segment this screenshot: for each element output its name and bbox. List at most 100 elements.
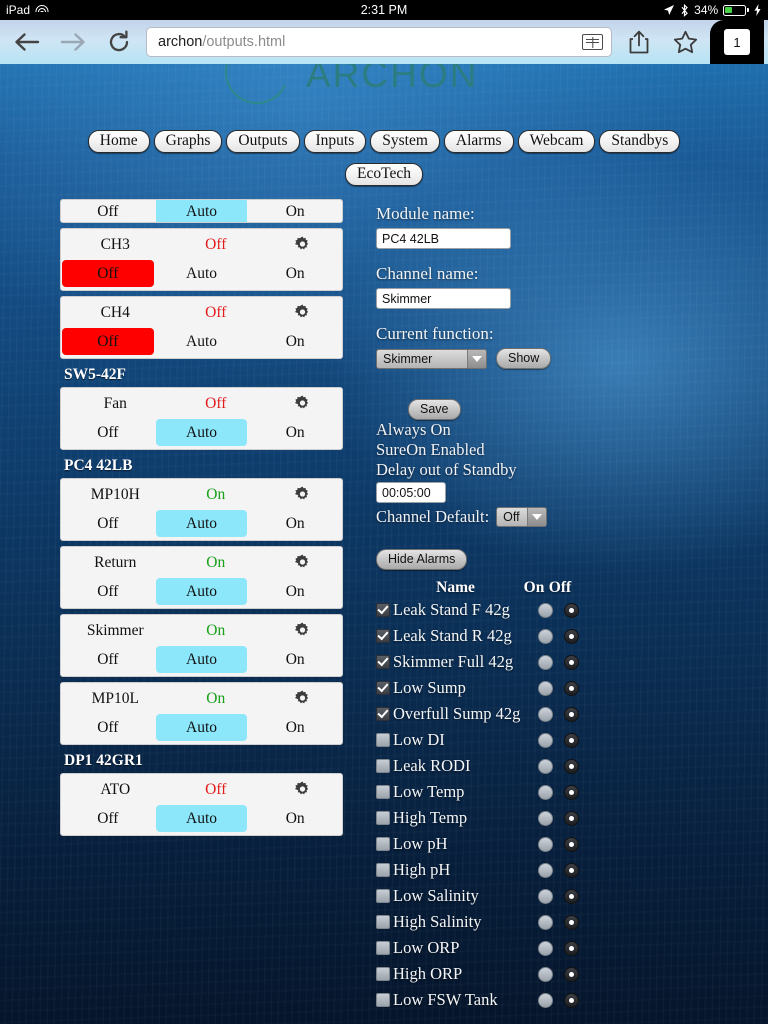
segment-auto[interactable]: Auto <box>155 805 248 832</box>
alarm-enable-checkbox[interactable] <box>376 967 390 981</box>
segment-auto[interactable]: Auto <box>156 328 248 355</box>
alarm-off-radio[interactable] <box>563 628 579 644</box>
alarm-on-radio[interactable] <box>537 680 553 696</box>
alarm-on-radio[interactable] <box>537 732 553 748</box>
address-bar[interactable]: archon/outputs.html <box>146 27 612 57</box>
alarm-off-radio-cell[interactable] <box>558 862 584 878</box>
alarm-on-radio[interactable] <box>537 654 553 670</box>
back-button[interactable] <box>4 20 50 64</box>
channel-settings-button[interactable] <box>266 690 338 708</box>
channel-settings-button[interactable] <box>266 622 338 640</box>
alarm-on-radio-cell[interactable] <box>532 836 558 852</box>
alarm-on-radio-cell[interactable] <box>532 654 558 670</box>
module-name-input[interactable]: PC4 42LB <box>376 228 511 249</box>
segment-off[interactable]: Off <box>62 260 154 287</box>
channel-settings-button[interactable] <box>266 395 338 413</box>
alarm-on-radio-cell[interactable] <box>532 680 558 696</box>
alarm-enable-checkbox[interactable] <box>376 733 390 747</box>
segment-on[interactable]: On <box>249 419 341 446</box>
segment-off[interactable]: Off <box>62 419 154 446</box>
alarm-off-radio-cell[interactable] <box>558 810 584 826</box>
alarm-on-radio-cell[interactable] <box>532 602 558 618</box>
tab-overview-button[interactable]: 1 <box>710 20 764 64</box>
save-button[interactable]: Save <box>408 399 461 420</box>
alarm-off-radio-cell[interactable] <box>558 628 584 644</box>
segment-on[interactable]: On <box>249 646 341 673</box>
alarm-enable-checkbox[interactable] <box>376 603 390 617</box>
alarm-off-radio[interactable] <box>563 966 579 982</box>
output-card[interactable]: MP10L On Off Auto On <box>60 682 343 745</box>
alarm-off-radio-cell[interactable] <box>558 758 584 774</box>
alarm-enable-checkbox[interactable] <box>376 681 390 695</box>
channel-settings-button[interactable] <box>266 486 338 504</box>
alarm-off-radio-cell[interactable] <box>558 966 584 982</box>
channel-settings-button[interactable] <box>266 554 338 572</box>
alarm-off-radio[interactable] <box>563 888 579 904</box>
forward-button[interactable] <box>50 20 96 64</box>
segment-auto[interactable]: Auto <box>155 714 248 741</box>
alarm-on-radio-cell[interactable] <box>532 992 558 1008</box>
output-card[interactable]: CH3 Off Off Auto On <box>60 228 343 291</box>
alarm-on-radio-cell[interactable] <box>532 914 558 930</box>
channel-default-select[interactable]: Off <box>496 507 547 527</box>
alarm-on-radio-cell[interactable] <box>532 758 558 774</box>
alarm-off-radio[interactable] <box>563 810 579 826</box>
nav-item-standbys[interactable]: Standbys <box>599 130 681 153</box>
output-card[interactable]: ATO Off Off Auto On <box>60 773 343 836</box>
alarm-on-radio[interactable] <box>537 784 553 800</box>
share-button[interactable] <box>616 20 662 64</box>
alarm-on-radio[interactable] <box>537 706 553 722</box>
nav-item-ecotech[interactable]: EcoTech <box>345 163 423 186</box>
alarm-off-radio-cell[interactable] <box>558 940 584 956</box>
nav-item-inputs[interactable]: Inputs <box>303 130 367 153</box>
alarm-off-radio-cell[interactable] <box>558 602 584 618</box>
alarm-on-radio-cell[interactable] <box>532 810 558 826</box>
alarm-off-radio[interactable] <box>563 836 579 852</box>
alarm-enable-checkbox[interactable] <box>376 707 390 721</box>
alarm-off-radio-cell[interactable] <box>558 680 584 696</box>
segment-off[interactable]: Off <box>62 805 154 832</box>
bookmark-button[interactable] <box>662 20 708 64</box>
reader-view-icon[interactable] <box>582 34 603 50</box>
segment-on[interactable]: On <box>249 200 341 222</box>
current-function-select[interactable]: Skimmer <box>376 348 487 369</box>
alarm-on-radio-cell[interactable] <box>532 966 558 982</box>
segment-on[interactable]: On <box>249 714 341 741</box>
segment-off[interactable]: Off <box>62 328 154 355</box>
alarm-enable-checkbox[interactable] <box>376 811 390 825</box>
nav-item-home[interactable]: Home <box>87 130 150 153</box>
alarm-off-radio[interactable] <box>563 940 579 956</box>
show-button[interactable]: Show <box>496 348 552 369</box>
alarm-off-radio[interactable] <box>563 732 579 748</box>
output-card[interactable]: Off Auto On <box>60 199 343 223</box>
alarm-off-radio-cell[interactable] <box>558 914 584 930</box>
alarm-on-radio[interactable] <box>537 862 553 878</box>
alarm-on-radio[interactable] <box>537 914 553 930</box>
alarm-off-radio-cell[interactable] <box>558 888 584 904</box>
alarm-enable-checkbox[interactable] <box>376 915 390 929</box>
alarm-on-radio[interactable] <box>537 602 553 618</box>
channel-settings-button[interactable] <box>266 781 338 799</box>
alarm-on-radio-cell[interactable] <box>532 888 558 904</box>
nav-item-system[interactable]: System <box>370 130 440 153</box>
nav-item-alarms[interactable]: Alarms <box>443 130 514 153</box>
segment-auto[interactable]: Auto <box>155 646 248 673</box>
nav-item-outputs[interactable]: Outputs <box>226 130 300 153</box>
alarm-on-radio[interactable] <box>537 628 553 644</box>
alarm-enable-checkbox[interactable] <box>376 863 390 877</box>
segment-auto[interactable]: Auto <box>155 578 248 605</box>
alarm-on-radio[interactable] <box>537 888 553 904</box>
channel-settings-button[interactable] <box>266 304 338 322</box>
alarm-on-radio-cell[interactable] <box>532 862 558 878</box>
channel-settings-button[interactable] <box>266 236 338 254</box>
output-card[interactable]: Skimmer On Off Auto On <box>60 614 343 677</box>
alarm-off-radio-cell[interactable] <box>558 706 584 722</box>
alarm-off-radio[interactable] <box>563 992 579 1008</box>
alarm-enable-checkbox[interactable] <box>376 837 390 851</box>
alarm-off-radio-cell[interactable] <box>558 784 584 800</box>
alarm-enable-checkbox[interactable] <box>376 655 390 669</box>
segment-auto[interactable]: Auto <box>156 260 248 287</box>
nav-item-graphs[interactable]: Graphs <box>153 130 223 153</box>
segment-auto[interactable]: Auto <box>155 510 248 537</box>
output-card[interactable]: CH4 Off Off Auto On <box>60 296 343 359</box>
